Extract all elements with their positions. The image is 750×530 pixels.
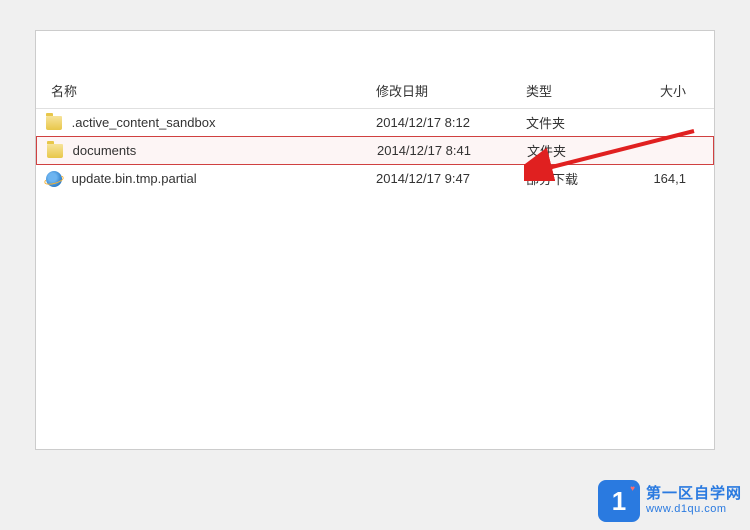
column-header-type[interactable]: 类型 <box>516 81 616 100</box>
watermark-text: 第一区自学网 www.d1qu.com <box>646 485 742 516</box>
file-date: 2014/12/17 8:12 <box>366 115 516 130</box>
watermark-badge: 1 <box>598 480 640 522</box>
file-name-cell: documents <box>37 142 367 158</box>
file-row[interactable]: update.bin.tmp.partial 2014/12/17 9:47 部… <box>36 165 714 192</box>
folder-icon <box>47 144 63 158</box>
file-date: 2014/12/17 9:47 <box>366 171 516 186</box>
file-name-cell: .active_content_sandbox <box>36 114 366 130</box>
watermark-url: www.d1qu.com <box>646 503 742 516</box>
folder-icon <box>46 116 62 130</box>
file-size: 164,1 <box>616 171 696 186</box>
column-header-name[interactable]: 名称 <box>36 81 366 100</box>
file-name: documents <box>73 144 137 159</box>
file-name: update.bin.tmp.partial <box>72 171 197 186</box>
file-row[interactable]: .active_content_sandbox 2014/12/17 8:12 … <box>36 109 714 136</box>
file-type: 文件夹 <box>517 141 617 160</box>
file-name: .active_content_sandbox <box>72 116 216 131</box>
watermark-title: 第一区自学网 <box>646 485 742 503</box>
watermark: 1 第一区自学网 www.d1qu.com <box>598 480 742 522</box>
file-type: 部分下载 <box>516 169 616 188</box>
file-date: 2014/12/17 8:41 <box>367 143 517 158</box>
internet-explorer-icon <box>46 171 62 187</box>
file-type: 文件夹 <box>516 113 616 132</box>
column-header-size[interactable]: 大小 <box>616 81 696 100</box>
column-header-date[interactable]: 修改日期 <box>366 81 516 100</box>
file-row-selected[interactable]: documents 2014/12/17 8:41 文件夹 <box>36 136 714 165</box>
file-explorer-pane: 名称 修改日期 类型 大小 .active_content_sandbox 20… <box>35 30 715 450</box>
column-header-row: 名称 修改日期 类型 大小 <box>36 73 714 109</box>
file-name-cell: update.bin.tmp.partial <box>36 170 366 187</box>
